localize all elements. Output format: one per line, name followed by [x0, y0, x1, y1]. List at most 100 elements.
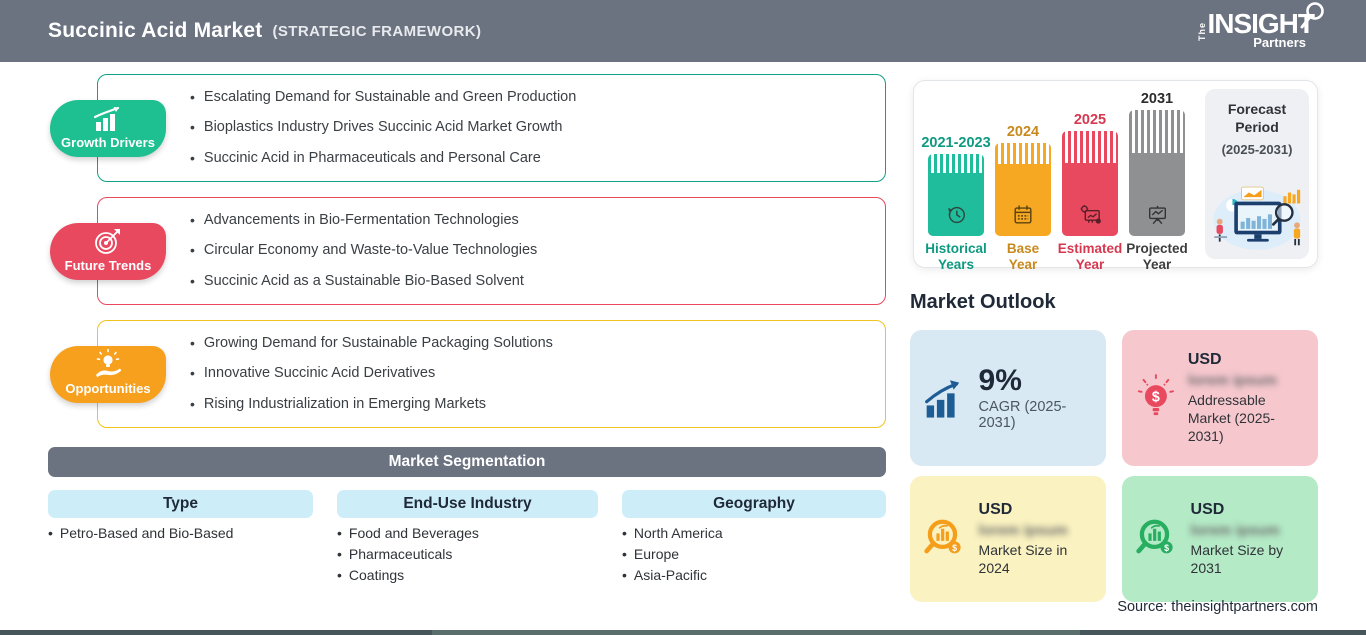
bar-estimated-year: 2025 Estimated Year — [1058, 89, 1123, 272]
source-attribution: Source: theinsightpartners.com — [1117, 599, 1318, 615]
bullet-text: Escalating Demand for Sustainable and Gr… — [203, 88, 577, 105]
growth-bars-arrow-icon — [93, 106, 120, 131]
bullet-text: Rising Industrialization in Emerging Mar… — [203, 395, 486, 412]
forecast-period-title: Forecast Period — [1227, 101, 1287, 135]
bar-base-year: 2024 Base Year — [995, 89, 1051, 272]
future-trends-box: Advancements in Bio-Fermentation Technol… — [97, 197, 886, 305]
list-item: Innovative Succinic Acid Derivatives — [190, 365, 885, 383]
market-size-2024-card: $ USD lorem ipsum Market Size in 2024 — [910, 476, 1106, 602]
cagr-value: 9% — [978, 363, 1022, 397]
card-label: Addressable Market (2025-2031) — [1187, 391, 1275, 445]
bullet-text: Growing Demand for Sustainable Packaging… — [203, 334, 553, 351]
bullet-text: Innovative Succinic Acid Derivatives — [203, 365, 436, 382]
column-label: Geography — [713, 495, 795, 512]
opportunities-badge: Opportunities — [50, 346, 166, 403]
blurred-market-value: lorem ipsum — [1187, 371, 1278, 389]
analytics-illustration — [1213, 186, 1301, 250]
gear-monitor-icon — [1080, 205, 1101, 224]
bar-historical-years: 2021-2023 Historical Years — [921, 89, 990, 272]
list-item: Succinic Acid in Pharmaceuticals and Per… — [190, 150, 885, 168]
presentation-chart-icon — [1148, 205, 1166, 225]
bullet-text: Petro-Based and Bio-Based — [59, 525, 234, 541]
bar-striped-cap — [1129, 110, 1185, 153]
end-use-list: Food and Beverages Pharmaceuticals Coati… — [337, 525, 479, 583]
list-item: Circular Economy and Waste-to-Value Tech… — [190, 242, 885, 260]
blurred-market-value: lorem ipsum — [1190, 521, 1280, 539]
segment-column-geography: Geography — [622, 490, 886, 518]
magnifier-icon — [1300, 2, 1324, 29]
calendar-icon — [1014, 205, 1032, 224]
bullet-text: Europe — [633, 546, 680, 562]
bar-caption: Estimated Year — [1057, 241, 1123, 272]
bar-striped-cap — [1062, 131, 1118, 163]
list-item: Food and Beverages — [337, 525, 479, 541]
currency-label: USD — [978, 500, 1013, 518]
insight-partners-logo: The INSIGHT Partners — [1197, 2, 1324, 50]
page-subtitle: (STRATEGIC FRAMEWORK) — [272, 22, 482, 40]
blurred-market-value: lorem ipsum — [978, 521, 1068, 539]
bar-caption: Historical Years — [925, 241, 987, 272]
lightbulb-hand-icon — [96, 349, 122, 378]
card-label: Market Size in 2024 — [978, 541, 1068, 576]
bar-year-label: 2031 — [1140, 91, 1174, 107]
badge-label: Growth Drivers — [61, 135, 155, 150]
bar-year-label: 2024 — [1006, 124, 1040, 140]
forecast-period-panel: Forecast Period (2025-2031) — [1205, 89, 1309, 259]
magnifier-dollar-chart-icon: $ — [1136, 519, 1173, 554]
list-item: Advancements in Bio-Fermentation Technol… — [190, 212, 885, 230]
bar-projected-year: 2031 Projected Year — [1126, 89, 1188, 272]
history-clock-icon — [948, 206, 965, 224]
list-item: Petro-Based and Bio-Based — [48, 525, 234, 541]
segmentation-title: Market Segmentation — [388, 453, 546, 470]
bar-year-label: 2025 — [1073, 112, 1107, 128]
card-label: Market Size by 2031 — [1190, 541, 1284, 576]
bar — [928, 154, 984, 236]
bullet-text: Circular Economy and Waste-to-Value Tech… — [203, 242, 538, 259]
target-dart-icon — [95, 229, 120, 254]
bullet-text: Advancements in Bio-Fermentation Technol… — [203, 211, 519, 228]
bar-caption: Base Year — [1006, 241, 1040, 272]
bullet-text: Food and Beverages — [348, 525, 479, 541]
market-outlook-title: Market Outlook — [910, 291, 1056, 313]
bullet-text: North America — [633, 525, 723, 541]
logo-the-text: The — [1197, 21, 1208, 41]
currency-label: USD — [1187, 350, 1222, 368]
svg-text:$: $ — [1152, 389, 1160, 405]
list-item: Succinic Acid as a Sustainable Bio-Based… — [190, 273, 885, 291]
dollar-lightbulb-icon: $ — [1137, 374, 1175, 416]
column-label: End-Use Industry — [403, 495, 532, 512]
bar-striped-cap — [995, 143, 1051, 164]
bar — [995, 143, 1051, 236]
growth-drivers-box: Escalating Demand for Sustainable and Gr… — [97, 74, 886, 182]
page-title: Succinic Acid Market — [48, 19, 263, 42]
header-bar: Succinic Acid Market (STRATEGIC FRAMEWOR… — [0, 0, 1366, 62]
bar — [1129, 110, 1185, 236]
list-item: Coatings — [337, 567, 479, 583]
geography-list: North America Europe Asia-Pacific — [622, 525, 723, 583]
cagr-label: CAGR (2025-2031) — [978, 399, 1067, 432]
badge-label: Opportunities — [65, 381, 151, 396]
bullet-text: Succinic Acid in Pharmaceuticals and Per… — [203, 149, 541, 166]
segment-column-type: Type — [48, 490, 313, 518]
column-label: Type — [162, 495, 199, 512]
bullet-text: Succinic Acid as a Sustainable Bio-Based… — [203, 272, 524, 289]
addressable-market-card: $ USD lorem ipsum Addressable Market (20… — [1122, 330, 1318, 466]
list-item: Pharmaceuticals — [337, 546, 479, 562]
list-item: Asia-Pacific — [622, 567, 723, 583]
forecast-bars: 2021-2023 Historical Years 2024 Base Yea… — [921, 89, 1188, 272]
list-item: Bioplastics Industry Drives Succinic Aci… — [190, 119, 885, 137]
list-item: Growing Demand for Sustainable Packaging… — [190, 335, 885, 353]
segment-column-end-use: End-Use Industry — [337, 490, 598, 518]
bullet-text: Coatings — [348, 567, 405, 583]
type-list: Petro-Based and Bio-Based — [48, 525, 234, 541]
bar-chart-arrow-icon — [925, 380, 960, 418]
growth-drivers-badge: Growth Drivers — [50, 100, 166, 157]
forecast-period-range: (2025-2031) — [1221, 142, 1293, 157]
badge-label: Future Trends — [64, 258, 152, 273]
forecast-timeline-card: 2021-2023 Historical Years 2024 Base Yea… — [913, 80, 1318, 272]
currency-label: USD — [1190, 500, 1225, 518]
market-size-2031-card: $ USD lorem ipsum Market Size by 2031 — [1122, 476, 1318, 602]
list-item: North America — [622, 525, 723, 541]
bullet-text: Bioplastics Industry Drives Succinic Aci… — [203, 119, 563, 136]
bar-striped-cap — [928, 154, 984, 173]
